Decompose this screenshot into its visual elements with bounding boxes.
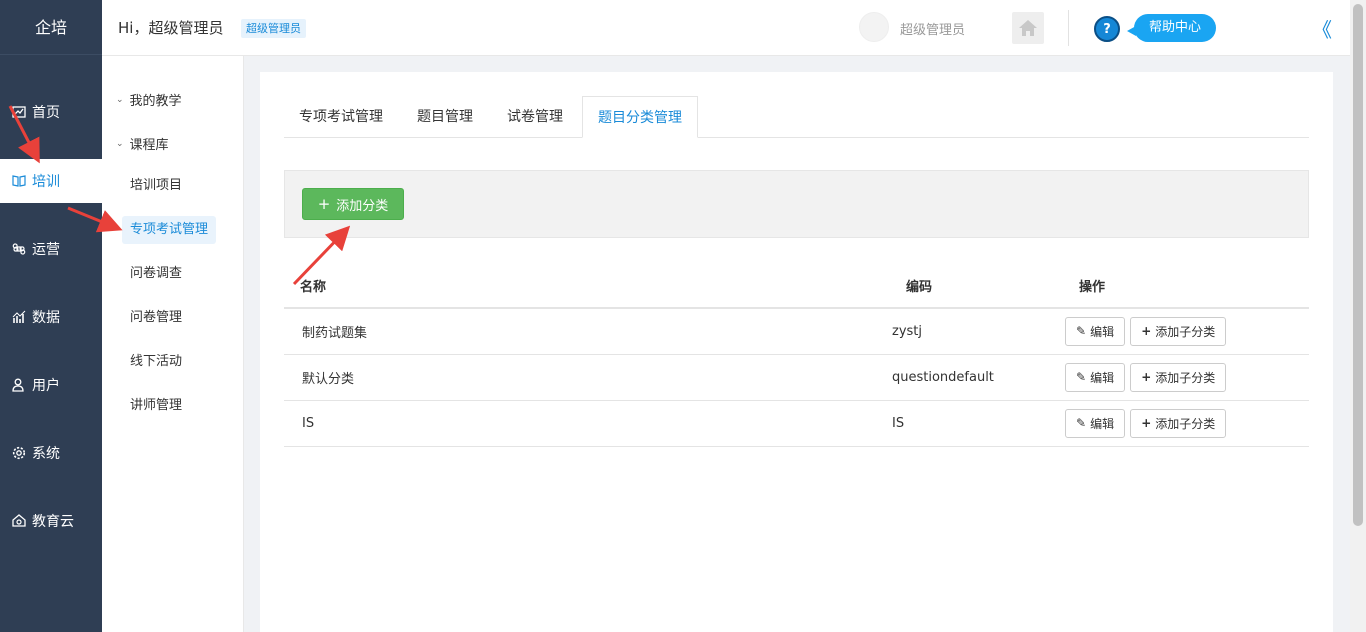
nav-item-label: 用户 [32, 378, 60, 394]
add-child-button[interactable]: + 添加子分类 [1130, 316, 1227, 346]
chart-line-icon [11, 104, 27, 120]
top-header: Hi，超级管理员 超级管理员 超级管理员 ? 帮助中心 《 [102, 0, 1350, 56]
cell-code: IS [874, 400, 1049, 447]
cell-code: questiondefault [874, 354, 1049, 401]
edit-icon: ✎ [1076, 324, 1087, 339]
cell-code: zystj [874, 308, 1049, 355]
book-icon [11, 173, 27, 189]
sub-item-training-projects[interactable]: 培训项目 [122, 172, 190, 200]
sub-group-label: 课程库 [129, 138, 169, 153]
add-category-label: 添加分类 [336, 198, 389, 214]
add-child-label: 添加子分类 [1155, 324, 1216, 339]
add-child-label: 添加子分类 [1155, 370, 1216, 385]
edit-label: 编辑 [1090, 324, 1115, 339]
toolbar: + 添加分类 [284, 170, 1309, 238]
sub-group-my-teaching[interactable]: ⌄ 我的教学 [116, 90, 182, 109]
chevron-down-icon: ⌄ [116, 138, 124, 149]
table-header-row: 名称 编码 操作 [284, 264, 1309, 309]
edit-button[interactable]: ✎ 编辑 [1065, 316, 1126, 346]
cell-name: IS [284, 400, 874, 447]
tab-bar: 专项考试管理 题目管理 试卷管理 题目分类管理 [284, 96, 1309, 138]
plus-icon: + [317, 195, 331, 213]
plus-icon: + [1141, 370, 1152, 384]
tab-papers[interactable]: 试卷管理 [492, 96, 578, 138]
edit-label: 编辑 [1090, 416, 1115, 431]
gear-icon [11, 445, 27, 461]
header-divider [1068, 10, 1069, 46]
scroll-thumb[interactable] [1353, 4, 1363, 526]
edit-icon: ✎ [1076, 416, 1087, 430]
edit-button[interactable]: ✎ 编辑 [1065, 362, 1126, 392]
nav-item-users[interactable]: 用户 [0, 363, 102, 407]
plus-icon: + [1141, 324, 1152, 339]
add-child-label: 添加子分类 [1155, 416, 1216, 431]
nav-item-label: 系统 [32, 446, 60, 462]
nav-item-data[interactable]: 数据 [0, 295, 102, 339]
cell-actions: ✎ 编辑 + 添加子分类 [1049, 400, 1309, 447]
edit-button[interactable]: ✎ 编辑 [1065, 408, 1126, 438]
tab-question-categories[interactable]: 题目分类管理 [582, 96, 698, 138]
column-header-code: 编码 [874, 264, 1049, 309]
table-row: IS IS ✎ 编辑 + 添加子分类 [284, 400, 1309, 447]
sub-item-offline-activity[interactable]: 线下活动 [122, 348, 190, 376]
home-icon [1019, 20, 1037, 36]
main-panel: 专项考试管理 题目管理 试卷管理 题目分类管理 + 添加分类 名称 编码 操作 … [260, 72, 1333, 632]
user-name[interactable]: 超级管理员 [900, 19, 965, 38]
home-button[interactable] [1012, 12, 1044, 44]
tab-special-exam[interactable]: 专项考试管理 [284, 96, 398, 138]
edit-icon: ✎ [1076, 370, 1087, 384]
cell-actions: ✎ 编辑 + 添加子分类 [1049, 308, 1309, 355]
add-child-button[interactable]: + 添加子分类 [1130, 408, 1227, 438]
nav-item-label: 教育云 [32, 514, 74, 530]
category-table: 名称 编码 操作 制药试题集 zystj ✎ 编辑 + 添加子分类 默认分类 que… [284, 264, 1309, 447]
nav-item-system[interactable]: 系统 [0, 431, 102, 475]
nav-item-label: 首页 [32, 105, 60, 121]
greeting-text: Hi，超级管理员 [118, 19, 224, 37]
sub-group-course-library[interactable]: ⌄ 课程库 [116, 134, 169, 153]
sub-item-questionnaire[interactable]: 问卷管理 [122, 304, 190, 332]
sub-item-survey[interactable]: 问卷调查 [122, 260, 190, 288]
cell-name: 制药试题集 [284, 308, 874, 355]
edit-label: 编辑 [1090, 370, 1115, 385]
column-header-actions: 操作 [1049, 264, 1309, 309]
cell-actions: ✎ 编辑 + 添加子分类 [1049, 354, 1309, 401]
cloud-icon [11, 513, 27, 529]
chevron-down-icon: ⌄ [116, 94, 124, 105]
sub-item-special-exam[interactable]: 专项考试管理 [122, 216, 217, 244]
cell-name: 默认分类 [284, 354, 874, 401]
nav-item-training[interactable]: 培训 [0, 159, 102, 203]
collapse-nav-icon[interactable]: 《 [1312, 14, 1332, 43]
table-row: 制药试题集 zystj ✎ 编辑 + 添加子分类 [284, 308, 1309, 355]
nav-item-label: 数据 [32, 310, 60, 326]
avatar[interactable] [859, 12, 889, 42]
bar-chart-icon [11, 309, 27, 325]
add-category-button[interactable]: + 添加分类 [302, 188, 404, 220]
user-icon [11, 377, 27, 393]
help-question-icon[interactable]: ? [1094, 16, 1120, 42]
help-center-button[interactable]: 帮助中心 [1127, 14, 1216, 42]
sub-group-label: 我的教学 [129, 94, 182, 109]
add-child-button[interactable]: + 添加子分类 [1130, 362, 1227, 392]
main-nav: 企培 首页 培训 运营 数据 用户 系统 教育云 [0, 0, 102, 632]
table-row: 默认分类 questiondefault ✎ 编辑 + 添加子分类 [284, 354, 1309, 401]
page-scrollbar[interactable] [1350, 0, 1366, 632]
plus-icon: + [1141, 416, 1152, 430]
sub-item-lecturer[interactable]: 讲师管理 [122, 392, 190, 420]
role-badge: 超级管理员 [241, 19, 306, 38]
tab-questions[interactable]: 题目管理 [402, 96, 488, 138]
nav-item-label: 培训 [32, 174, 60, 190]
brand-logo[interactable]: 企培 [0, 0, 102, 55]
nav-item-edu-cloud[interactable]: 教育云 [0, 499, 102, 543]
nav-item-home[interactable]: 首页 [0, 90, 102, 134]
nav-item-label: 运营 [32, 242, 60, 258]
command-icon [11, 241, 27, 257]
sub-nav: ⌄ 我的教学 ⌄ 课程库 培训项目 专项考试管理 问卷调查 问卷管理 线下活动 … [102, 56, 244, 632]
column-header-name: 名称 [284, 264, 874, 309]
nav-item-operations[interactable]: 运营 [0, 227, 102, 271]
